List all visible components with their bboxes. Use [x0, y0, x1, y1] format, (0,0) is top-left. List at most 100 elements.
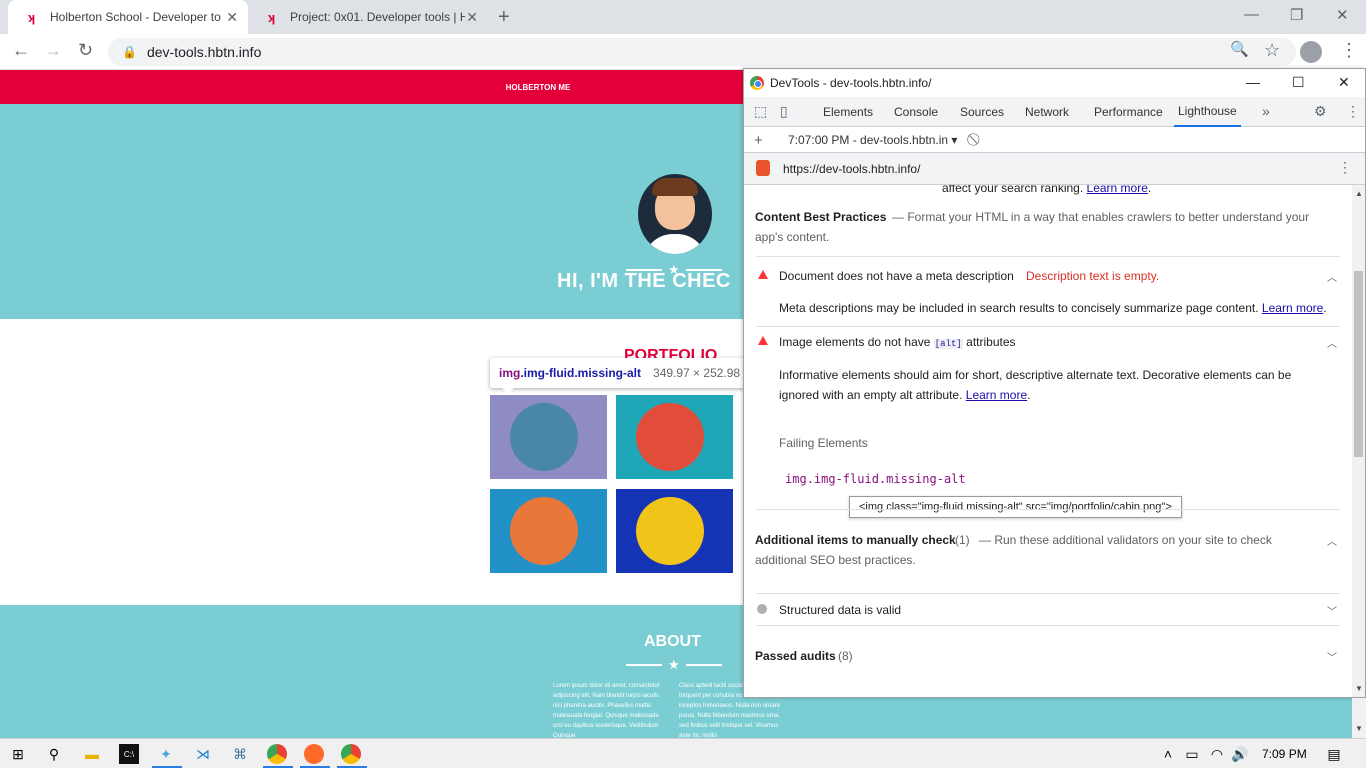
close-tab-icon[interactable]: ✕: [226, 9, 238, 26]
file-explorer-icon[interactable]: ▬: [82, 744, 102, 764]
scroll-up-arrow-icon[interactable]: ▲: [1355, 189, 1363, 198]
maximize-devtools-icon[interactable]: ☐: [1292, 74, 1305, 91]
report-selector[interactable]: 7:07:00 PM - dev-tools.hbtn.in ▾: [788, 133, 957, 147]
profile-avatar-image: [638, 174, 712, 254]
audit-meta-description-title[interactable]: Document does not have a meta descriptio…: [779, 269, 1014, 283]
terminal-icon[interactable]: C:\: [119, 744, 139, 764]
tab-console[interactable]: Console: [894, 97, 938, 127]
bookmark-star-icon[interactable]: ☆: [1264, 40, 1280, 61]
more-tabs-icon[interactable]: »: [1262, 103, 1270, 119]
report-menu-icon[interactable]: ⋮: [1338, 159, 1352, 176]
report-scrollbar[interactable]: ▲ ▼: [1352, 185, 1365, 697]
divider: [756, 625, 1340, 626]
lighthouse-logo-icon: [756, 160, 770, 176]
back-icon[interactable]: ←: [12, 40, 30, 61]
reload-icon[interactable]: ↻: [78, 40, 93, 61]
page-scrollbar[interactable]: ▼: [1352, 698, 1366, 738]
scrollbar-thumb[interactable]: [1354, 271, 1363, 457]
site-nav-text[interactable]: HOLBERTON ME: [506, 83, 571, 92]
minimize-devtools-icon[interactable]: —: [1246, 74, 1260, 90]
tab-sources[interactable]: Sources: [960, 97, 1004, 127]
lighthouse-report: affect your search ranking. Learn more. …: [744, 185, 1352, 697]
star-icon: ★: [668, 657, 680, 672]
notifications-icon[interactable]: ▤: [1324, 744, 1344, 764]
tab-performance[interactable]: Performance: [1094, 97, 1163, 127]
section-desc-line1: — Format your HTML in a way that enables…: [892, 210, 1310, 224]
search-icon[interactable]: ⚲: [44, 744, 64, 764]
tab-network[interactable]: Network: [1025, 97, 1069, 127]
settings-gear-icon[interactable]: ⚙: [1314, 103, 1327, 120]
chrome-taskbar-icon[interactable]: [267, 744, 287, 764]
portfolio-tile-cake[interactable]: [616, 395, 733, 479]
safe-icon: [636, 497, 704, 565]
chrome-devtools-taskbar-icon[interactable]: [341, 744, 361, 764]
section-desc-line2: app's content.: [755, 230, 830, 244]
tooltip-dimensions: 349.97 × 252.98: [653, 366, 741, 380]
browser-tab-project[interactable]: ʞ Project: 0x01. Developer tools | H ✕: [248, 0, 488, 34]
tab-elements[interactable]: Elements: [823, 97, 873, 127]
new-tab-icon[interactable]: +: [498, 6, 510, 29]
windows-taskbar: ⊞ ⚲ ▬ C:\ ✦ ⋊ ⌘ ˄ ▭ ◠ 🔊 7:09 PM ▤: [0, 738, 1366, 768]
close-window-icon[interactable]: ✕: [1336, 6, 1349, 24]
windows-start-icon[interactable]: ⊞: [8, 744, 28, 764]
profile-avatar[interactable]: [1300, 41, 1322, 63]
wifi-icon[interactable]: ◠: [1207, 744, 1227, 764]
manual-check-count: (1): [955, 533, 970, 547]
close-tab-icon[interactable]: ✕: [466, 9, 478, 26]
tab-lighthouse[interactable]: Lighthouse: [1174, 97, 1241, 127]
cabin-icon: [510, 403, 578, 471]
minimize-window-icon[interactable]: —: [1244, 6, 1259, 23]
collapse-chevron-icon[interactable]: ︿: [1327, 533, 1337, 548]
zoom-icon[interactable]: 🔍: [1230, 40, 1249, 58]
lock-icon: 🔒: [122, 45, 137, 59]
section-title: Content Best Practices: [755, 210, 887, 224]
about-title: ABOUT: [644, 633, 701, 650]
expand-chevron-icon[interactable]: ﹀: [1327, 603, 1337, 618]
portfolio-tile-safe[interactable]: [616, 489, 733, 573]
new-report-icon[interactable]: +: [754, 132, 763, 149]
devtools-window-title: DevTools - dev-tools.hbtn.info/: [770, 76, 932, 90]
volume-icon[interactable]: 🔊: [1230, 744, 1250, 764]
taskbar-clock[interactable]: 7:09 PM: [1262, 747, 1307, 761]
page-scroll-down-arrow-icon[interactable]: ▼: [1355, 724, 1363, 733]
firefox-icon[interactable]: [304, 744, 324, 764]
audit-image-alt-desc-line2: ignored with an empty alt attribute. Lea…: [779, 388, 1031, 402]
expand-chevron-icon[interactable]: ﹀: [1327, 649, 1337, 664]
vscode-icon[interactable]: ⋊: [193, 744, 213, 764]
chrome-menu-icon[interactable]: ⋮: [1340, 40, 1358, 61]
app-icon[interactable]: ✦: [156, 744, 176, 764]
browser-tab-title: Holberton School - Developer to: [50, 10, 221, 24]
manual-check-title[interactable]: Additional items to manually check: [755, 533, 956, 547]
manual-check-desc-line1: — Run these additional validators on you…: [979, 533, 1272, 547]
devtools-window: DevTools - dev-tools.hbtn.info/ — ☐ ✕ ⬚ …: [743, 68, 1366, 698]
browser-toolbar: ← → ↻ 🔒 dev-tools.hbtn.info 🔍 ☆ ⋮: [0, 34, 1366, 70]
forward-icon[interactable]: →: [44, 40, 62, 61]
battery-icon[interactable]: ▭: [1182, 744, 1202, 764]
portfolio-tile-game[interactable]: [490, 489, 607, 573]
collapse-chevron-icon[interactable]: ︿: [1327, 269, 1337, 284]
inspect-element-icon[interactable]: ⬚: [754, 103, 767, 120]
lighthouse-toolbar: + 7:07:00 PM - dev-tools.hbtn.in ▾ ⃠: [744, 127, 1365, 153]
failing-elements-label: Failing Elements: [779, 436, 868, 450]
collapse-chevron-icon[interactable]: ︿: [1327, 335, 1337, 350]
report-url-bar: https://dev-tools.hbtn.info/ ⋮: [744, 153, 1365, 185]
audit-image-alt-title[interactable]: Image elements do not have [alt] attribu…: [779, 335, 1016, 349]
python-icon[interactable]: ⌘: [230, 744, 250, 764]
portfolio-tile-cabin[interactable]: [490, 395, 607, 479]
passed-audits-title[interactable]: Passed audits: [755, 649, 836, 663]
device-toolbar-icon[interactable]: ▯: [780, 103, 788, 120]
address-bar[interactable]: 🔒 dev-tools.hbtn.info: [108, 38, 1296, 66]
address-url: dev-tools.hbtn.info: [146, 44, 262, 60]
browser-tab-holberton[interactable]: ʞ Holberton School - Developer to ✕: [8, 0, 248, 34]
devtools-menu-icon[interactable]: ⋮: [1346, 103, 1360, 120]
restore-window-icon[interactable]: ❐: [1290, 6, 1303, 24]
gamepad-icon: [510, 497, 578, 565]
scroll-down-arrow-icon[interactable]: ▼: [1355, 684, 1363, 693]
audit-meta-description-desc: Meta descriptions may be included in sea…: [779, 301, 1327, 315]
tray-chevron-icon[interactable]: ˄: [1158, 744, 1178, 764]
node-snippet-tooltip: <img class="img-fluid missing-alt" src="…: [849, 496, 1182, 518]
close-devtools-icon[interactable]: ✕: [1338, 74, 1350, 91]
fail-triangle-icon: [758, 270, 768, 279]
failing-node-selector[interactable]: img.img-fluid.missing-alt: [785, 472, 966, 486]
structured-data-audit[interactable]: Structured data is valid: [779, 603, 901, 617]
